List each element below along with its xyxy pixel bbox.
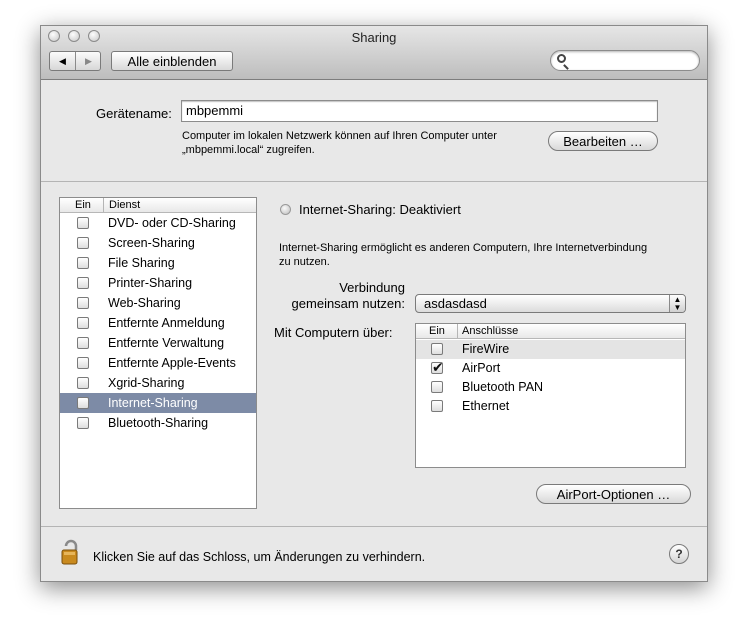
service-row[interactable]: DVD- oder CD-Sharing — [60, 213, 256, 233]
services-list-header: Ein Dienst — [60, 198, 256, 213]
device-help-line1: Computer im lokalen Netzwerk können auf … — [182, 130, 497, 142]
titlebar: Sharing ◀ ▶ Alle einblenden — [41, 26, 707, 80]
port-checkbox[interactable] — [431, 359, 444, 376]
port-label: Bluetooth PAN — [462, 380, 544, 394]
device-name-label: Gerätename: — [96, 106, 172, 121]
service-checkbox[interactable] — [77, 277, 89, 289]
service-checkbox[interactable] — [77, 397, 89, 409]
service-row[interactable]: Entfernte Apple-Events — [60, 353, 256, 373]
service-checkbox[interactable] — [77, 317, 89, 329]
back-button[interactable]: ◀ — [50, 52, 75, 70]
service-checkbox[interactable] — [77, 257, 89, 269]
lock-icon[interactable] — [60, 538, 82, 566]
forward-arrow-icon: ▶ — [85, 55, 92, 66]
port-checkbox[interactable] — [431, 400, 443, 412]
edit-button[interactable]: Bearbeiten … — [548, 131, 658, 151]
port-checkbox[interactable] — [431, 343, 443, 355]
select-arrows-icon: ▲ ▼ — [669, 295, 685, 312]
share-label-line1: Verbindung — [339, 280, 405, 295]
lock-text: Klicken Sie auf das Schloss, um Änderung… — [93, 550, 426, 564]
service-label: Xgrid-Sharing — [108, 376, 185, 390]
service-label: DVD- oder CD-Sharing — [108, 216, 236, 230]
port-label: AirPort — [462, 361, 501, 375]
port-checkbox[interactable] — [431, 381, 443, 393]
search-icon — [557, 54, 566, 63]
service-row[interactable]: Screen-Sharing — [60, 233, 256, 253]
device-help-line2: „mbpemmi.local“ zugreifen. — [182, 144, 315, 156]
status-indicator-icon — [280, 204, 291, 215]
ports-col-header-on: Ein — [429, 325, 445, 337]
port-row[interactable]: Bluetooth PAN — [416, 378, 685, 397]
port-label: Ethernet — [462, 399, 510, 413]
service-checkbox[interactable] — [77, 217, 89, 229]
ports-col-header-name: Anschlüsse — [462, 325, 519, 337]
service-row[interactable]: Bluetooth-Sharing — [60, 413, 256, 433]
service-label: Bluetooth-Sharing — [108, 416, 209, 430]
service-row[interactable]: Web-Sharing — [60, 293, 256, 313]
window-title: Sharing — [351, 30, 397, 45]
service-row[interactable]: Internet-Sharing — [60, 393, 256, 413]
service-label: Web-Sharing — [108, 296, 181, 310]
service-checkbox[interactable] — [77, 337, 89, 349]
footer-divider — [41, 526, 707, 527]
service-checkbox[interactable] — [77, 357, 89, 369]
back-arrow-icon: ◀ — [59, 55, 66, 66]
sharing-window: Sharing ◀ ▶ Alle einblenden Gerätename: … — [40, 25, 708, 582]
port-row[interactable]: AirPort — [416, 359, 685, 378]
services-list[interactable]: Ein Dienst DVD- oder CD-Sharing Screen-Sh… — [59, 197, 257, 509]
section-divider — [41, 181, 707, 182]
sharing-status: Internet-Sharing: Deaktiviert — [299, 202, 461, 217]
service-label: Entfernte Verwaltung — [108, 336, 225, 350]
service-checkbox[interactable] — [77, 417, 89, 429]
ports-col-separator — [457, 324, 458, 338]
service-row[interactable]: Xgrid-Sharing — [60, 373, 256, 393]
device-name-input[interactable]: mbpemmi — [181, 100, 658, 122]
service-row[interactable]: Printer-Sharing — [60, 273, 256, 293]
service-label: Entfernte Anmeldung — [108, 316, 225, 330]
col-header-service: Dienst — [109, 199, 141, 211]
ports-list[interactable]: Ein Anschlüsse FireWire AirPort Bluetooth … — [415, 323, 686, 468]
service-label: Entfernte Apple-Events — [108, 356, 236, 370]
to-computers-label: Mit Computern über: — [274, 325, 393, 340]
connection-select[interactable]: asdasdasd ▲ ▼ — [415, 294, 686, 313]
service-checkbox[interactable] — [77, 297, 89, 309]
port-row[interactable]: FireWire — [416, 340, 685, 359]
forward-button[interactable]: ▶ — [76, 52, 101, 70]
service-label: Internet-Sharing — [108, 396, 198, 410]
service-row[interactable]: File Sharing — [60, 253, 256, 273]
ports-list-header: Ein Anschlüsse — [416, 324, 685, 339]
service-label: Printer-Sharing — [108, 276, 193, 290]
col-header-on: Ein — [75, 199, 91, 211]
description-line2: zu nutzen. — [279, 256, 330, 268]
port-row[interactable]: Ethernet — [416, 397, 685, 416]
service-checkbox[interactable] — [77, 377, 89, 389]
back-forward-control: ◀ ▶ — [49, 51, 101, 71]
service-checkbox[interactable] — [77, 237, 89, 249]
show-all-button[interactable]: Alle einblenden — [111, 51, 233, 71]
service-row[interactable]: Entfernte Anmeldung — [60, 313, 256, 333]
share-label-line2: gemeinsam nutzen: — [291, 296, 405, 311]
help-icon[interactable]: ? — [669, 544, 689, 564]
service-row[interactable]: Entfernte Verwaltung — [60, 333, 256, 353]
description-line1: Internet-Sharing ermöglicht es anderen C… — [279, 242, 648, 254]
col-separator — [103, 198, 104, 212]
airport-options-button[interactable]: AirPort-Optionen … — [536, 484, 691, 504]
port-label: FireWire — [462, 342, 510, 356]
service-label: File Sharing — [108, 256, 175, 270]
search-field[interactable] — [550, 50, 700, 71]
service-label: Screen-Sharing — [108, 236, 195, 250]
connection-select-value: asdasdasd — [424, 296, 487, 311]
